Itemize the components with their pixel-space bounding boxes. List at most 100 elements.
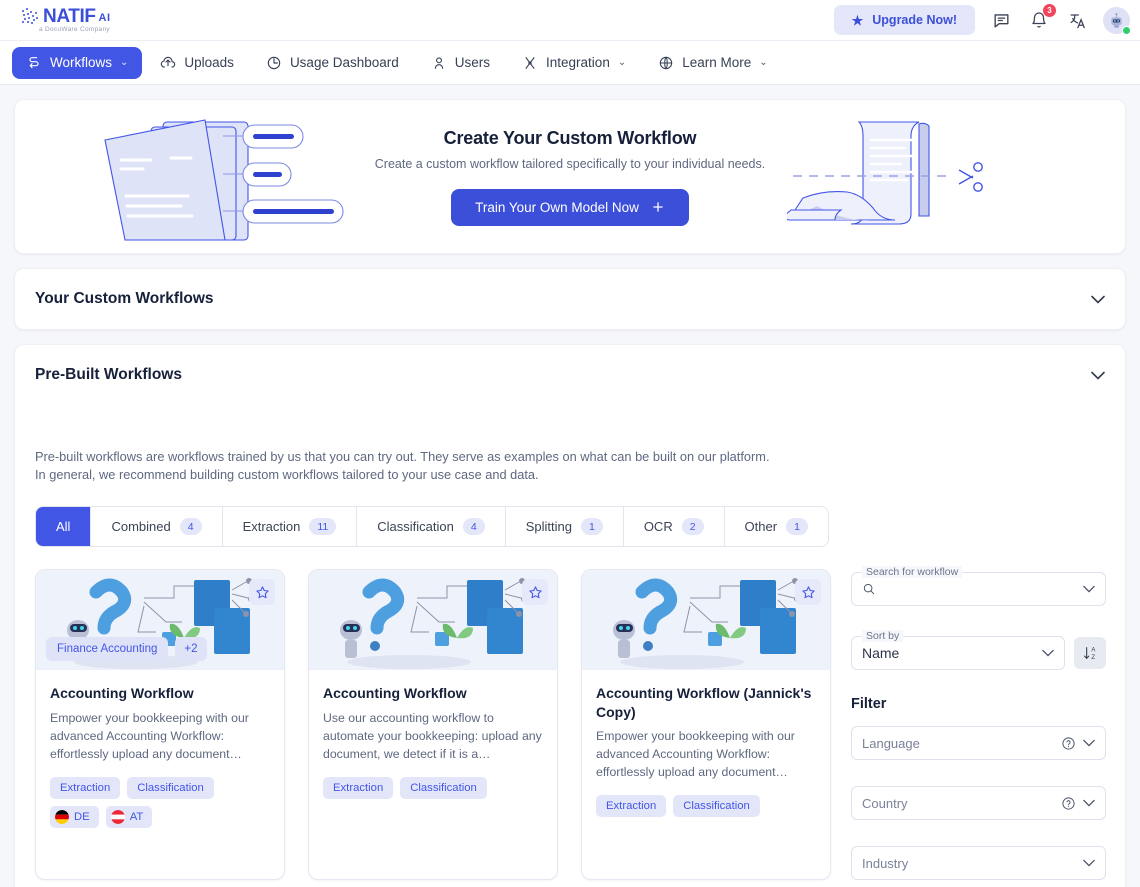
filter-industry-select[interactable]: Industry xyxy=(851,846,1106,881)
chevron-down-icon xyxy=(1083,740,1095,747)
search-chevron[interactable] xyxy=(1083,585,1095,593)
workflow-country-flags: DE AT xyxy=(50,805,270,828)
workflow-card[interactable]: Finance Accounting +2 Accounting Workflo… xyxy=(35,569,285,881)
integration-icon xyxy=(525,56,535,69)
star-outline-icon xyxy=(255,586,269,599)
search-input[interactable]: Search for workflow xyxy=(851,566,1106,607)
tab-classification[interactable]: Classification 4 xyxy=(357,507,506,547)
filter-label: Industry xyxy=(862,855,909,871)
help-circle-icon[interactable] xyxy=(1061,736,1076,751)
tab-count: 1 xyxy=(580,518,603,536)
workflows-icon xyxy=(29,56,39,68)
translate-icon[interactable] xyxy=(1065,8,1089,32)
tab-label: Classification xyxy=(377,519,454,535)
country-code: AT xyxy=(129,810,144,823)
chat-bubble-icon[interactable] xyxy=(989,8,1013,32)
workflow-name: Accounting Workflow xyxy=(323,685,467,702)
hero-subtitle: Create a custom workflow tailored specif… xyxy=(374,156,766,171)
user-icon xyxy=(434,56,443,69)
workflow-tags: Extraction Classification xyxy=(50,776,270,799)
logo[interactable]: NATIF AI a DocuWare Company xyxy=(22,7,111,33)
filter-language-select[interactable]: Language xyxy=(851,726,1106,761)
tab-other[interactable]: Other 1 xyxy=(725,507,828,546)
sort-field-label: Sort by xyxy=(862,630,904,643)
chevron-down-icon xyxy=(1083,800,1095,807)
gauge-icon xyxy=(267,56,281,69)
tab-label: Other xyxy=(744,519,778,535)
chevron-down-icon[interactable] xyxy=(1091,295,1105,304)
workflow-tag: Extraction xyxy=(50,776,121,799)
pre-built-workflows-header[interactable]: Pre-Built Workflows xyxy=(15,345,1125,405)
tab-combined[interactable]: Combined 4 xyxy=(91,507,223,547)
nav-item-uploads[interactable]: Uploads xyxy=(146,47,248,79)
workflow-card-body: Accounting Workflow Use our accounting w… xyxy=(309,670,557,879)
hero-text-block: Create Your Custom Workflow Create a cus… xyxy=(375,128,765,226)
search-field-label: Search for workflow xyxy=(862,566,963,579)
nav-label: Workflows xyxy=(50,55,113,70)
tab-splitting[interactable]: Splitting 1 xyxy=(506,507,624,547)
nav-label: Learn More xyxy=(682,55,752,70)
chevron-down-icon[interactable] xyxy=(1091,371,1105,380)
avatar[interactable] xyxy=(1103,6,1131,35)
document-splitting-scissors-illustration xyxy=(787,110,1017,240)
workflow-tags: Extraction Classification xyxy=(596,794,816,817)
sort-by-select[interactable]: Sort by Name xyxy=(851,630,1065,671)
filter-label: Country xyxy=(862,795,908,811)
favorite-star-button[interactable] xyxy=(249,579,275,606)
favorite-star-button[interactable] xyxy=(795,579,821,606)
workflow-name: Accounting Workflow xyxy=(50,685,194,702)
workflow-card-body: Accounting Workflow Empower your bookkee… xyxy=(36,670,284,879)
more-chips-indicator[interactable]: +2 xyxy=(175,637,207,662)
help-circle-icon[interactable] xyxy=(1061,796,1076,811)
tab-extraction[interactable]: Extraction 11 xyxy=(223,507,358,547)
workflow-illustration xyxy=(309,570,557,670)
nav-item-learn-more[interactable]: Learn More ⌄ xyxy=(644,47,781,79)
train-your-own-model-button[interactable]: Train Your Own Model Now xyxy=(451,188,689,226)
chevron-down-icon xyxy=(1083,586,1095,593)
tab-label: Combined xyxy=(111,519,171,535)
nav-item-usage-dashboard[interactable]: Usage Dashboard xyxy=(252,47,413,79)
filter-country-select[interactable]: Country xyxy=(851,786,1106,821)
tab-label: OCR xyxy=(643,519,673,535)
workflow-card[interactable]: Accounting Workflow Use our accounting w… xyxy=(308,569,558,881)
top-bar: NATIF AI a DocuWare Company ★ Upgrade No… xyxy=(0,0,1140,41)
create-custom-workflow-banner: Create Your Custom Workflow Create a cus… xyxy=(14,99,1126,254)
workflow-description: Empower your bookkeeping with our advanc… xyxy=(50,710,249,761)
sort-value: Name xyxy=(862,645,900,662)
tab-ocr[interactable]: OCR 2 xyxy=(624,507,725,547)
description-line-2: In general, we recommend building custom… xyxy=(35,467,539,483)
chevron-down-icon: ⌄ xyxy=(617,57,627,68)
workflow-card[interactable]: Accounting Workflow (Jannick's Copy) Emp… xyxy=(581,569,831,881)
chevron-down-icon: ⌄ xyxy=(120,57,129,68)
filter-label: Language xyxy=(862,735,920,751)
main-navigation: Workflows ⌄ Uploads Usage Dashboard User… xyxy=(0,41,1140,85)
tab-count: 4 xyxy=(462,518,485,536)
workflow-cards-grid: Finance Accounting +2 Accounting Workflo… xyxy=(35,569,831,881)
country-code: DE xyxy=(74,810,90,823)
workflow-illustration xyxy=(582,570,830,670)
country-badge-de: DE xyxy=(50,805,99,828)
description-line-1: Pre-built workflows are workflows traine… xyxy=(35,449,770,464)
tab-count: 4 xyxy=(179,518,202,536)
sort-direction-button[interactable]: A Z xyxy=(1074,637,1106,670)
tab-count: 11 xyxy=(309,518,337,536)
section-title: Your Custom Workflows xyxy=(35,290,214,307)
industry-chip[interactable]: Finance Accounting xyxy=(46,637,169,662)
bell-icon[interactable]: 3 xyxy=(1027,4,1056,32)
your-custom-workflows-header[interactable]: Your Custom Workflows xyxy=(15,269,1125,329)
train-model-label: Train Your Own Model Now xyxy=(475,199,639,215)
nav-label: Integration xyxy=(546,55,610,70)
nav-item-workflows[interactable]: Workflows ⌄ xyxy=(12,46,143,79)
nav-item-integration[interactable]: Integration ⌄ xyxy=(508,47,640,79)
notification-badge: 3 xyxy=(1043,4,1056,17)
workflow-thumbnail xyxy=(582,570,830,671)
upgrade-now-button[interactable]: ★ Upgrade Now! xyxy=(833,5,975,35)
favorite-star-button[interactable] xyxy=(522,579,548,606)
sort-chevron[interactable] xyxy=(1042,649,1054,657)
country-badge-at: AT xyxy=(105,805,153,828)
tab-all[interactable]: All xyxy=(36,507,92,547)
page-title: Create Your Custom Workflow xyxy=(443,127,697,148)
nav-item-users[interactable]: Users xyxy=(417,47,504,79)
workflow-description: Use our accounting workflow to automate … xyxy=(323,710,542,761)
